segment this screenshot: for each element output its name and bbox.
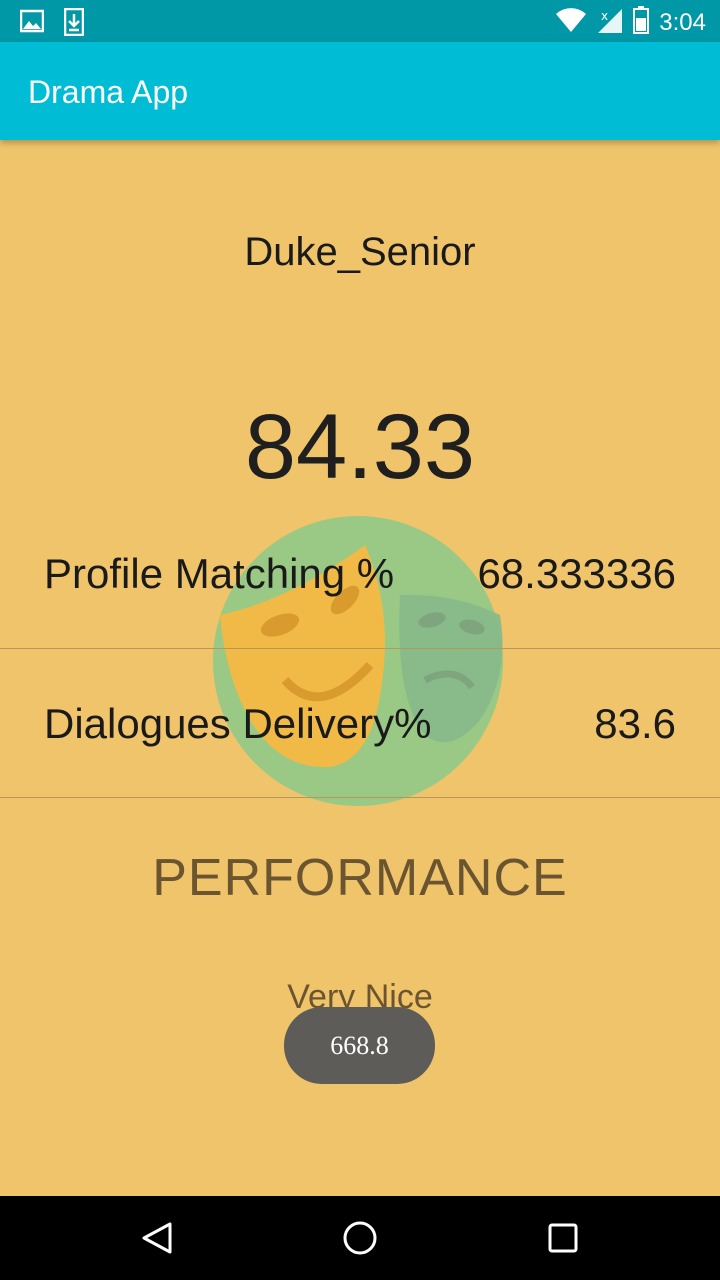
app-title: Drama App <box>28 74 189 110</box>
recents-icon[interactable] <box>543 1218 583 1258</box>
metric-value: 68.333336 <box>477 550 676 597</box>
main-content: Duke_Senior 84.33 Profile Matching % 68.… <box>0 140 720 1196</box>
metric-row-dialogues-delivery: Dialogues Delivery% 83.6 <box>0 700 720 760</box>
status-time: 3:04 <box>659 8 706 36</box>
metric-label: Profile Matching % <box>44 550 395 597</box>
image-icon <box>19 8 45 41</box>
signal-icon: x <box>597 6 623 39</box>
metric-value: 83.6 <box>594 700 676 747</box>
svg-text:x: x <box>601 9 608 23</box>
toast-message: 668.8 <box>284 1007 435 1084</box>
navigation-bar <box>0 1196 720 1280</box>
status-bar: x 3:04 <box>0 0 720 42</box>
metric-row-profile-matching: Profile Matching % 68.333336 <box>0 550 720 610</box>
wifi-icon <box>555 7 587 38</box>
app-bar: Drama App <box>0 42 720 140</box>
home-icon[interactable] <box>340 1218 380 1258</box>
back-icon[interactable] <box>138 1218 178 1258</box>
download-icon <box>63 7 85 41</box>
divider <box>0 648 720 649</box>
performance-title: PERFORMANCE <box>152 849 568 907</box>
battery-icon <box>633 6 650 39</box>
divider <box>0 797 720 798</box>
overall-score: 84.33 <box>244 396 476 498</box>
metric-label: Dialogues Delivery% <box>44 700 432 747</box>
profile-name: Duke_Senior <box>244 230 476 274</box>
